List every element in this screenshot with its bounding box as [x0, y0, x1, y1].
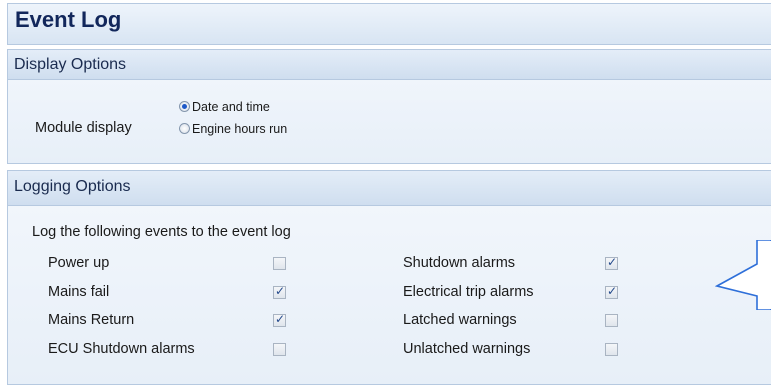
event-label-unlatched-warnings: Unlatched warnings: [403, 341, 531, 357]
page-title: Event Log: [15, 7, 122, 32]
checkbox-unlatched-warnings[interactable]: [605, 343, 618, 356]
checkbox-shutdown-alarms[interactable]: [605, 255, 618, 270]
checkbox-ecu-shutdown-alarms[interactable]: [273, 343, 286, 356]
page-title-bar: Event Log: [7, 3, 771, 45]
event-label-shutdown-alarms: Shutdown alarms: [403, 255, 516, 271]
logging-options-panel: Logging Options Log the following events…: [7, 170, 771, 385]
display-options-panel: Display Options Module display Date and …: [7, 49, 771, 164]
logging-options-header: Logging Options: [8, 171, 771, 206]
radio-date-and-time-button[interactable]: [179, 101, 190, 112]
module-display-label: Module display: [35, 120, 132, 136]
display-options-header: Display Options: [8, 50, 771, 80]
event-label-power-up: Power up: [48, 255, 110, 271]
checkbox-electrical-trip-alarms[interactable]: [605, 284, 618, 299]
checkbox-mains-fail[interactable]: [273, 284, 286, 299]
radio-engine-hours-run-button[interactable]: [179, 123, 190, 134]
event-label-ecu-shutdown-alarms: ECU Shutdown alarms: [48, 341, 195, 357]
checkbox-mains-return[interactable]: [273, 312, 286, 327]
radio-date-and-time-label[interactable]: Date and time: [192, 100, 270, 114]
event-label-mains-return: Mains Return: [48, 312, 135, 328]
event-label-mains-fail: Mains fail: [48, 284, 110, 300]
callout-pointer-shape: [715, 240, 771, 310]
checkbox-latched-warnings[interactable]: [605, 314, 618, 327]
radio-engine-hours-run-label[interactable]: Engine hours run: [192, 122, 287, 136]
checkbox-power-up[interactable]: [273, 257, 286, 270]
logging-intro-text: Log the following events to the event lo…: [32, 224, 291, 240]
event-label-electrical-trip-alarms: Electrical trip alarms: [403, 284, 534, 300]
event-label-latched-warnings: Latched warnings: [403, 312, 517, 328]
